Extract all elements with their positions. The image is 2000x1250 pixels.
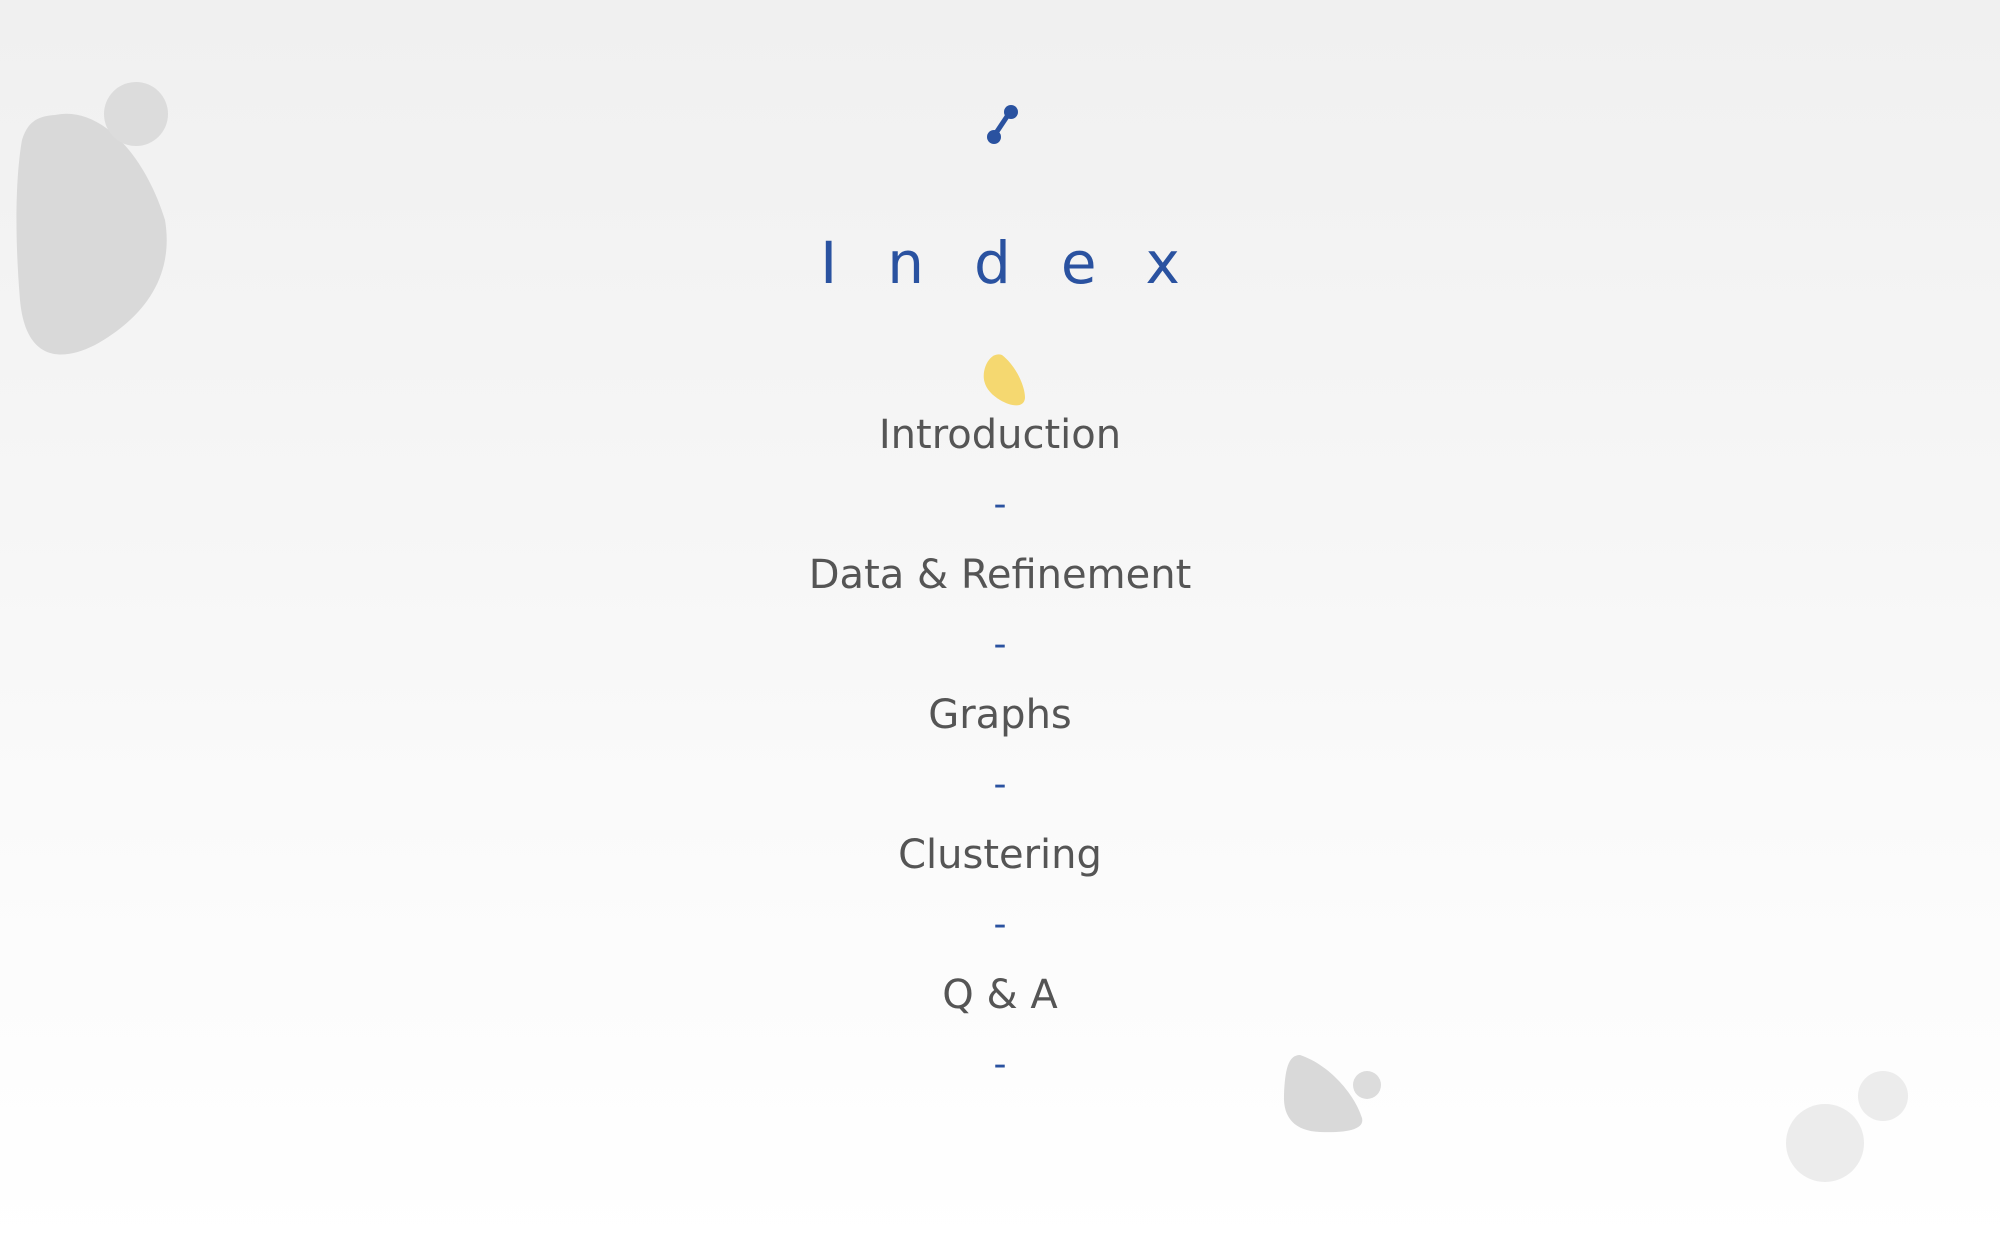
item-introduction: Introduction: [878, 412, 1122, 458]
node-link-icon: [987, 105, 1018, 144]
list-item: Introduction -: [0, 400, 2000, 540]
item-clustering: Clustering: [898, 832, 1102, 878]
top-left-dot: [104, 82, 168, 146]
list-item: Graphs -: [0, 680, 2000, 820]
separator-dash: -: [993, 764, 1007, 805]
separator-dash: -: [993, 1044, 1007, 1085]
bottom-right-circle-large: [1786, 1104, 1864, 1182]
index-list: Introduction - Data & Refinement - Graph…: [0, 400, 2000, 1100]
page-title: Index: [820, 228, 1230, 297]
separator-dash: -: [993, 904, 1007, 945]
list-item: Data & Refinement -: [0, 540, 2000, 680]
item-graphs: Graphs: [928, 692, 1072, 738]
separator-dash: -: [993, 484, 1007, 525]
item-q-and-a: Q & A: [942, 972, 1058, 1018]
list-item: Clustering -: [0, 820, 2000, 960]
separator-dash: -: [993, 624, 1007, 665]
item-data-refinement: Data & Refinement: [808, 552, 1192, 598]
yellow-drop-icon: [983, 354, 1025, 406]
list-item: Q & A -: [0, 960, 2000, 1100]
